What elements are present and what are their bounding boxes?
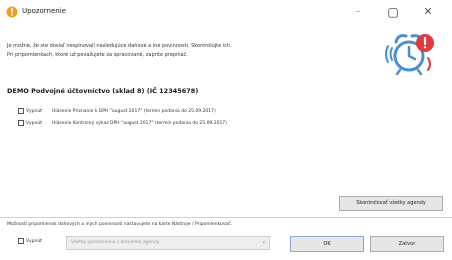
title-bar: Upozornenie – ▢ ✕ bbox=[0, 0, 452, 24]
company-title: DEMO Podvojné účtovníctvo (sklad 8) (IČ … bbox=[7, 87, 199, 95]
separator bbox=[0, 217, 452, 218]
scope-select[interactable]: Všetky upozornenia z aktuálnej agendy ▾ bbox=[66, 236, 270, 250]
disable-checkbox[interactable] bbox=[18, 108, 24, 114]
check-all-agendas-button[interactable]: Skontrolovať všetky agendy bbox=[339, 196, 443, 211]
reminder-item: Vypnúť Hlásenie Kontrolný výkaz DPH "aug… bbox=[18, 118, 227, 128]
info-line-1: Je možné, že ste dosiaľ nesplnovali nasl… bbox=[7, 43, 232, 49]
checkbox-label: Vypnúť bbox=[26, 108, 42, 114]
app-icon bbox=[6, 6, 18, 18]
reminder-item: Vypnúť Hlásenie Priznanie k DPH "august … bbox=[18, 106, 216, 116]
maximize-button[interactable]: ▢ bbox=[379, 4, 407, 20]
warning-dialog: Upozornenie – ▢ ✕ Je možné, že ste dosia… bbox=[0, 0, 452, 260]
checkbox-label: Vypnúť bbox=[26, 120, 42, 126]
reminder-text: Hlásenie Kontrolný výkaz DPH "august 201… bbox=[52, 120, 227, 126]
minimize-button[interactable]: – bbox=[344, 4, 372, 20]
ok-button[interactable]: OK bbox=[290, 236, 364, 252]
close-button[interactable]: Zatvor bbox=[370, 236, 444, 252]
window-title: Upozornenie bbox=[22, 7, 66, 15]
chevron-down-icon: ▾ bbox=[262, 240, 265, 246]
postpone-label: Vypnúť bbox=[26, 238, 42, 244]
reminder-text: Hlásenie Priznanie k DPH "august 2017" (… bbox=[52, 108, 216, 114]
info-line-2: Pri pripomienkach, ktoré už považujete z… bbox=[7, 52, 189, 58]
scope-select-value: Všetky upozornenia z aktuálnej agendy bbox=[71, 240, 160, 245]
info-text: Je možné, že ste dosiaľ nesplnovali nasl… bbox=[7, 42, 337, 60]
footer-note: Možnosti pripomienok daňových a iných po… bbox=[7, 222, 233, 227]
close-window-button[interactable]: ✕ bbox=[414, 4, 442, 20]
postpone-option: Vypnúť bbox=[18, 238, 42, 244]
disable-checkbox[interactable] bbox=[18, 120, 24, 126]
alarm-clock-icon bbox=[385, 34, 434, 76]
postpone-checkbox[interactable] bbox=[18, 238, 24, 244]
